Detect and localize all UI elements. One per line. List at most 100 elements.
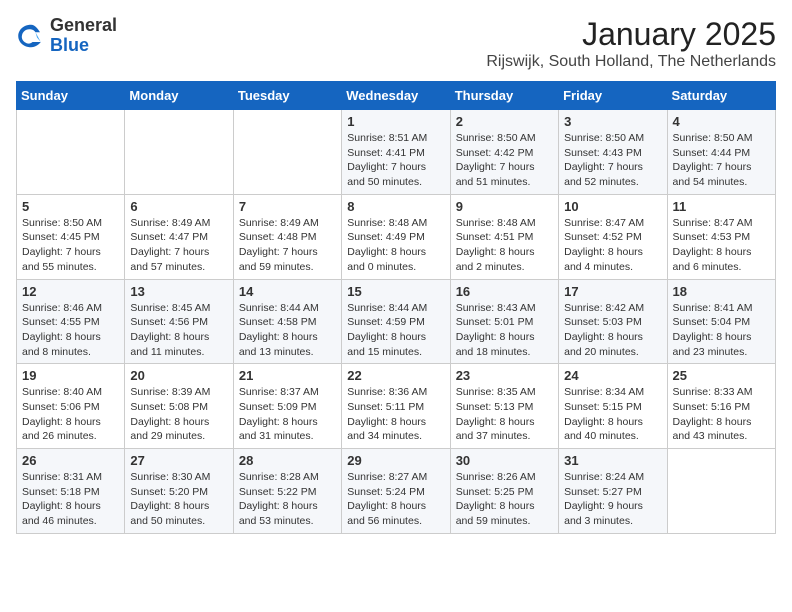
cell-content-3-2: Sunrise: 8:37 AM Sunset: 5:09 PM Dayligh… (239, 385, 336, 444)
cell-1-2: 7 Sunrise: 8:49 AM Sunset: 4:48 PM Daylig… (233, 194, 341, 279)
cell-content-2-2: Sunrise: 8:44 AM Sunset: 4:58 PM Dayligh… (239, 301, 336, 360)
day-number-15: 15 (347, 284, 444, 299)
cell-3-4: 23Sunrise: 8:35 AM Sunset: 5:13 PM Dayli… (450, 364, 558, 449)
cell-1-6: 11Sunrise: 8:47 AM Sunset: 4:53 PM Dayli… (667, 194, 775, 279)
day-number-21: 21 (239, 368, 336, 383)
cell-0-2 (233, 110, 341, 195)
day-number-24: 24 (564, 368, 661, 383)
cell-2-4: 16Sunrise: 8:43 AM Sunset: 5:01 PM Dayli… (450, 279, 558, 364)
calendar-body: 1Sunrise: 8:51 AM Sunset: 4:41 PM Daylig… (17, 110, 776, 534)
cell-content-1-0: Sunrise: 8:50 AM Sunset: 4:45 PM Dayligh… (22, 216, 119, 275)
cell-content-1-5: Sunrise: 8:47 AM Sunset: 4:52 PM Dayligh… (564, 216, 661, 275)
header-saturday: Saturday (667, 82, 775, 110)
week-row-4: 26Sunrise: 8:31 AM Sunset: 5:18 PM Dayli… (17, 449, 776, 534)
calendar-subtitle: Rijswijk, South Holland, The Netherlands (486, 53, 776, 71)
cell-3-5: 24 Sunrise: 8:34 AM Sunset: 5:15 PM Dayli… (559, 364, 667, 449)
cell-0-0 (17, 110, 125, 195)
week-row-2: 12Sunrise: 8:46 AM Sunset: 4:55 PM Dayli… (17, 279, 776, 364)
day-number-6: 6 (130, 199, 227, 214)
cell-content-2-0: Sunrise: 8:46 AM Sunset: 4:55 PM Dayligh… (22, 301, 119, 360)
cell-3-2: 21 Sunrise: 8:37 AM Sunset: 5:09 PM Dayli… (233, 364, 341, 449)
day-number-8: 8 (347, 199, 444, 214)
logo-blue: Blue (50, 36, 117, 56)
cell-content-1-6: Sunrise: 8:47 AM Sunset: 4:53 PM Dayligh… (673, 216, 770, 275)
cell-content-2-6: Sunrise: 8:41 AM Sunset: 5:04 PM Dayligh… (673, 301, 770, 360)
day-number-27: 27 (130, 453, 227, 468)
cell-content-2-1: Sunrise: 8:45 AM Sunset: 4:56 PM Dayligh… (130, 301, 227, 360)
day-number-13: 13 (130, 284, 227, 299)
cell-2-1: 13 Sunrise: 8:45 AM Sunset: 4:56 PM Dayli… (125, 279, 233, 364)
cell-content-4-2: Sunrise: 8:28 AM Sunset: 5:22 PM Dayligh… (239, 470, 336, 529)
logo-icon (16, 21, 46, 51)
day-number-3: 3 (564, 114, 661, 129)
cell-1-3: 8 Sunrise: 8:48 AM Sunset: 4:49 PM Daylig… (342, 194, 450, 279)
day-number-4: 4 (673, 114, 770, 129)
day-number-22: 22 (347, 368, 444, 383)
day-number-19: 19 (22, 368, 119, 383)
header-thursday: Thursday (450, 82, 558, 110)
cell-content-4-5: Sunrise: 8:24 AM Sunset: 5:27 PM Dayligh… (564, 470, 661, 529)
day-number-26: 26 (22, 453, 119, 468)
cell-1-1: 6 Sunrise: 8:49 AM Sunset: 4:47 PM Daylig… (125, 194, 233, 279)
cell-4-6 (667, 449, 775, 534)
calendar-table: Sunday Monday Tuesday Wednesday Thursday… (16, 81, 776, 534)
week-row-1: 5 Sunrise: 8:50 AM Sunset: 4:45 PM Daylig… (17, 194, 776, 279)
cell-content-1-3: Sunrise: 8:48 AM Sunset: 4:49 PM Dayligh… (347, 216, 444, 275)
cell-content-0-6: Sunrise: 8:50 AM Sunset: 4:44 PM Dayligh… (673, 131, 770, 190)
cell-2-5: 17 Sunrise: 8:42 AM Sunset: 5:03 PM Dayli… (559, 279, 667, 364)
cell-3-3: 22 Sunrise: 8:36 AM Sunset: 5:11 PM Dayli… (342, 364, 450, 449)
days-of-week-row: Sunday Monday Tuesday Wednesday Thursday… (17, 82, 776, 110)
header-sunday: Sunday (17, 82, 125, 110)
cell-4-3: 29 Sunrise: 8:27 AM Sunset: 5:24 PM Dayli… (342, 449, 450, 534)
day-number-31: 31 (564, 453, 661, 468)
cell-1-5: 10Sunrise: 8:47 AM Sunset: 4:52 PM Dayli… (559, 194, 667, 279)
cell-content-3-3: Sunrise: 8:36 AM Sunset: 5:11 PM Dayligh… (347, 385, 444, 444)
cell-content-1-2: Sunrise: 8:49 AM Sunset: 4:48 PM Dayligh… (239, 216, 336, 275)
cell-1-0: 5 Sunrise: 8:50 AM Sunset: 4:45 PM Daylig… (17, 194, 125, 279)
cell-0-5: 3Sunrise: 8:50 AM Sunset: 4:43 PM Daylig… (559, 110, 667, 195)
day-number-2: 2 (456, 114, 553, 129)
cell-0-6: 4 Sunrise: 8:50 AM Sunset: 4:44 PM Daylig… (667, 110, 775, 195)
cell-content-2-5: Sunrise: 8:42 AM Sunset: 5:03 PM Dayligh… (564, 301, 661, 360)
cell-2-0: 12Sunrise: 8:46 AM Sunset: 4:55 PM Dayli… (17, 279, 125, 364)
day-number-9: 9 (456, 199, 553, 214)
cell-0-1 (125, 110, 233, 195)
cell-2-3: 15Sunrise: 8:44 AM Sunset: 4:59 PM Dayli… (342, 279, 450, 364)
cell-4-4: 30Sunrise: 8:26 AM Sunset: 5:25 PM Dayli… (450, 449, 558, 534)
cell-content-1-4: Sunrise: 8:48 AM Sunset: 4:51 PM Dayligh… (456, 216, 553, 275)
day-number-14: 14 (239, 284, 336, 299)
calendar-header: Sunday Monday Tuesday Wednesday Thursday… (17, 82, 776, 110)
cell-3-6: 25 Sunrise: 8:33 AM Sunset: 5:16 PM Dayli… (667, 364, 775, 449)
logo-general: General (50, 16, 117, 36)
day-number-25: 25 (673, 368, 770, 383)
title-block: January 2025 Rijswijk, South Holland, Th… (486, 16, 776, 71)
logo: General Blue (16, 16, 117, 56)
day-number-30: 30 (456, 453, 553, 468)
cell-content-3-5: Sunrise: 8:34 AM Sunset: 5:15 PM Dayligh… (564, 385, 661, 444)
day-number-1: 1 (347, 114, 444, 129)
cell-1-4: 9 Sunrise: 8:48 AM Sunset: 4:51 PM Daylig… (450, 194, 558, 279)
day-number-5: 5 (22, 199, 119, 214)
cell-content-4-3: Sunrise: 8:27 AM Sunset: 5:24 PM Dayligh… (347, 470, 444, 529)
cell-content-1-1: Sunrise: 8:49 AM Sunset: 4:47 PM Dayligh… (130, 216, 227, 275)
day-number-7: 7 (239, 199, 336, 214)
cell-content-3-6: Sunrise: 8:33 AM Sunset: 5:16 PM Dayligh… (673, 385, 770, 444)
logo-text: General Blue (50, 16, 117, 56)
cell-content-0-4: Sunrise: 8:50 AM Sunset: 4:42 PM Dayligh… (456, 131, 553, 190)
header-monday: Monday (125, 82, 233, 110)
cell-2-6: 18 Sunrise: 8:41 AM Sunset: 5:04 PM Dayli… (667, 279, 775, 364)
cell-content-3-4: Sunrise: 8:35 AM Sunset: 5:13 PM Dayligh… (456, 385, 553, 444)
cell-3-0: 19Sunrise: 8:40 AM Sunset: 5:06 PM Dayli… (17, 364, 125, 449)
header-tuesday: Tuesday (233, 82, 341, 110)
week-row-3: 19Sunrise: 8:40 AM Sunset: 5:06 PM Dayli… (17, 364, 776, 449)
day-number-29: 29 (347, 453, 444, 468)
day-number-17: 17 (564, 284, 661, 299)
cell-4-1: 27 Sunrise: 8:30 AM Sunset: 5:20 PM Dayli… (125, 449, 233, 534)
cell-4-5: 31 Sunrise: 8:24 AM Sunset: 5:27 PM Dayli… (559, 449, 667, 534)
day-number-18: 18 (673, 284, 770, 299)
cell-content-2-4: Sunrise: 8:43 AM Sunset: 5:01 PM Dayligh… (456, 301, 553, 360)
day-number-20: 20 (130, 368, 227, 383)
day-number-28: 28 (239, 453, 336, 468)
week-row-0: 1Sunrise: 8:51 AM Sunset: 4:41 PM Daylig… (17, 110, 776, 195)
cell-content-4-1: Sunrise: 8:30 AM Sunset: 5:20 PM Dayligh… (130, 470, 227, 529)
